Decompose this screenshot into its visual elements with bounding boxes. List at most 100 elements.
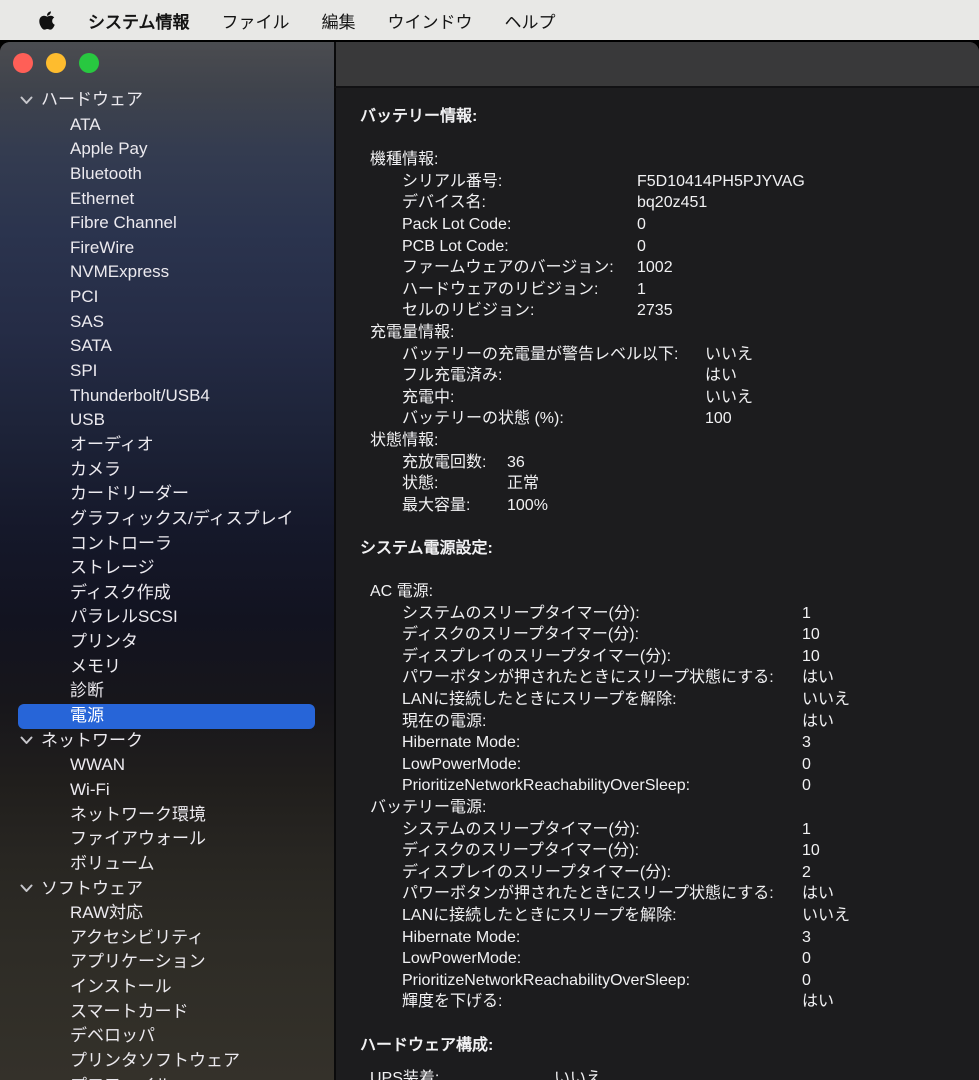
info-row: 充電中:いいえ xyxy=(342,387,979,409)
menu-item-0[interactable]: システム情報 xyxy=(88,8,190,33)
sidebar-item[interactable]: オーディオ xyxy=(18,433,315,458)
sidebar-item[interactable]: Bluetooth xyxy=(18,162,315,187)
section-heading: バッテリー情報: xyxy=(342,106,979,128)
sidebar-item[interactable]: ファイアウォール xyxy=(18,827,315,852)
row-value: 0 xyxy=(802,754,811,776)
sidebar-group-label: ハードウェア xyxy=(41,88,143,113)
sidebar-item[interactable]: Apple Pay xyxy=(18,137,315,162)
info-row: パワーボタンが押されたときにスリープ状態にする:はい xyxy=(342,883,979,905)
sidebar-item[interactable]: ディスク作成 xyxy=(18,581,315,606)
sidebar-item[interactable]: ボリューム xyxy=(18,852,315,877)
window-titlebar[interactable] xyxy=(334,42,979,88)
sidebar-item[interactable]: SATA xyxy=(18,334,315,359)
menu-item-4[interactable]: ヘルプ xyxy=(505,8,556,33)
row-value: 100% xyxy=(507,495,548,517)
sidebar-item[interactable]: USB xyxy=(18,408,315,433)
row-label: システムのスリープタイマー(分): xyxy=(402,819,802,841)
sidebar-group-2[interactable]: ソフトウェア xyxy=(18,877,315,902)
row-value: 1 xyxy=(637,279,646,301)
sidebar-item[interactable]: アプリケーション xyxy=(18,950,315,975)
info-row: ディスクのスリープタイマー(分):10 xyxy=(342,624,979,646)
sidebar-item[interactable]: スマートカード xyxy=(18,1000,315,1025)
row-value: いいえ xyxy=(802,689,850,711)
row-label: パワーボタンが押されたときにスリープ状態にする: xyxy=(402,667,802,689)
info-row: 充放電回数:36 xyxy=(342,452,979,474)
info-row: 輝度を下げる:はい xyxy=(342,991,979,1013)
minimize-button[interactable] xyxy=(46,53,66,73)
subsection-label: AC 電源: xyxy=(342,581,979,603)
info-row: バッテリーの充電量が警告レベル以下:いいえ xyxy=(342,344,979,366)
zoom-button[interactable] xyxy=(79,53,99,73)
menu-item-3[interactable]: ウインドウ xyxy=(388,8,473,33)
sidebar-item[interactable]: デベロッパ xyxy=(18,1024,315,1049)
spacer xyxy=(342,128,979,150)
row-value: 1 xyxy=(802,819,811,841)
row-value: いいえ xyxy=(554,1068,602,1080)
sidebar-item[interactable]: プロファイル xyxy=(18,1074,315,1080)
menu-item-1[interactable]: ファイル xyxy=(222,8,290,33)
sidebar-item[interactable]: インストール xyxy=(18,975,315,1000)
row-value: はい xyxy=(802,883,834,905)
row-label: 輝度を下げる: xyxy=(402,991,802,1013)
sidebar-item[interactable]: コントローラ xyxy=(18,532,315,557)
row-value: 0 xyxy=(637,236,646,258)
sidebar-item[interactable]: ストレージ xyxy=(18,556,315,581)
row-value: 3 xyxy=(802,732,811,754)
close-button[interactable] xyxy=(13,53,33,73)
sidebar-item[interactable]: グラフィックス/ディスプレイ xyxy=(18,507,315,532)
sidebar-item[interactable]: アクセシビリティ xyxy=(18,926,315,951)
row-value: 100 xyxy=(705,408,732,430)
row-label: バッテリーの状態 (%): xyxy=(402,408,705,430)
row-label: PrioritizeNetworkReachabilityOverSleep: xyxy=(402,970,802,992)
sidebar-item[interactable]: WWAN xyxy=(18,753,315,778)
row-label: UPS装着: xyxy=(370,1068,554,1080)
info-row: UPS装着:いいえ xyxy=(342,1068,979,1080)
subsection-label: 機種情報: xyxy=(342,149,979,171)
chevron-down-icon[interactable] xyxy=(20,96,33,105)
sidebar-item[interactable]: Wi-Fi xyxy=(18,778,315,803)
sidebar-item[interactable]: カメラ xyxy=(18,458,315,483)
row-label: シリアル番号: xyxy=(402,171,637,193)
info-row: デバイス名:bq20z451 xyxy=(342,192,979,214)
row-value: 正常 xyxy=(507,473,539,495)
sidebar-item[interactable]: PCI xyxy=(18,285,315,310)
sidebar-item[interactable]: パラレルSCSI xyxy=(18,605,315,630)
info-row: 現在の電源:はい xyxy=(342,711,979,733)
chevron-down-icon[interactable] xyxy=(20,736,33,745)
chevron-down-icon[interactable] xyxy=(20,884,33,893)
row-value: 0 xyxy=(802,948,811,970)
sidebar-item[interactable]: Thunderbolt/USB4 xyxy=(18,384,315,409)
sidebar-item[interactable]: プリンタソフトウェア xyxy=(18,1049,315,1074)
spacer xyxy=(342,559,979,581)
sidebar-group-0[interactable]: ハードウェア xyxy=(18,88,315,113)
sidebar-item[interactable]: メモリ xyxy=(18,655,315,680)
row-value: いいえ xyxy=(705,387,753,409)
sidebar-item[interactable]: カードリーダー xyxy=(18,482,315,507)
sidebar-item[interactable]: ATA xyxy=(18,113,315,138)
menu-item-2[interactable]: 編集 xyxy=(322,8,356,33)
sidebar-item[interactable]: NVMExpress xyxy=(18,260,315,285)
row-value: はい xyxy=(705,365,737,387)
row-label: Pack Lot Code: xyxy=(402,214,637,236)
sidebar-group-1[interactable]: ネットワーク xyxy=(18,729,315,754)
row-label: バッテリーの充電量が警告レベル以下: xyxy=(402,344,705,366)
info-row: ディスプレイのスリープタイマー(分):10 xyxy=(342,646,979,668)
system-information-window: ハードウェアATAApple PayBluetoothEthernetFibre… xyxy=(0,42,979,1080)
sidebar-item[interactable]: FireWire xyxy=(18,236,315,261)
apple-logo-icon[interactable] xyxy=(38,10,56,31)
sidebar-item[interactable]: プリンタ xyxy=(18,630,315,655)
row-label: LANに接続したときにスリープを解除: xyxy=(402,689,802,711)
info-row: Hibernate Mode:3 xyxy=(342,927,979,949)
sidebar-item[interactable]: SPI xyxy=(18,359,315,384)
sidebar-item[interactable]: Fibre Channel xyxy=(18,211,315,236)
sidebar-item[interactable]: RAW対応 xyxy=(18,901,315,926)
sidebar-item[interactable]: 診断 xyxy=(18,679,315,704)
sidebar-item[interactable]: Ethernet xyxy=(18,187,315,212)
info-row: ハードウェアのリビジョン:1 xyxy=(342,279,979,301)
sidebar-item[interactable]: ネットワーク環境 xyxy=(18,803,315,828)
info-row: セルのリビジョン:2735 xyxy=(342,300,979,322)
sidebar-item[interactable]: SAS xyxy=(18,310,315,335)
sidebar-item[interactable]: 電源 xyxy=(18,704,315,729)
row-value: F5D10414PH5PJYVAG xyxy=(637,171,805,193)
row-label: Hibernate Mode: xyxy=(402,927,802,949)
